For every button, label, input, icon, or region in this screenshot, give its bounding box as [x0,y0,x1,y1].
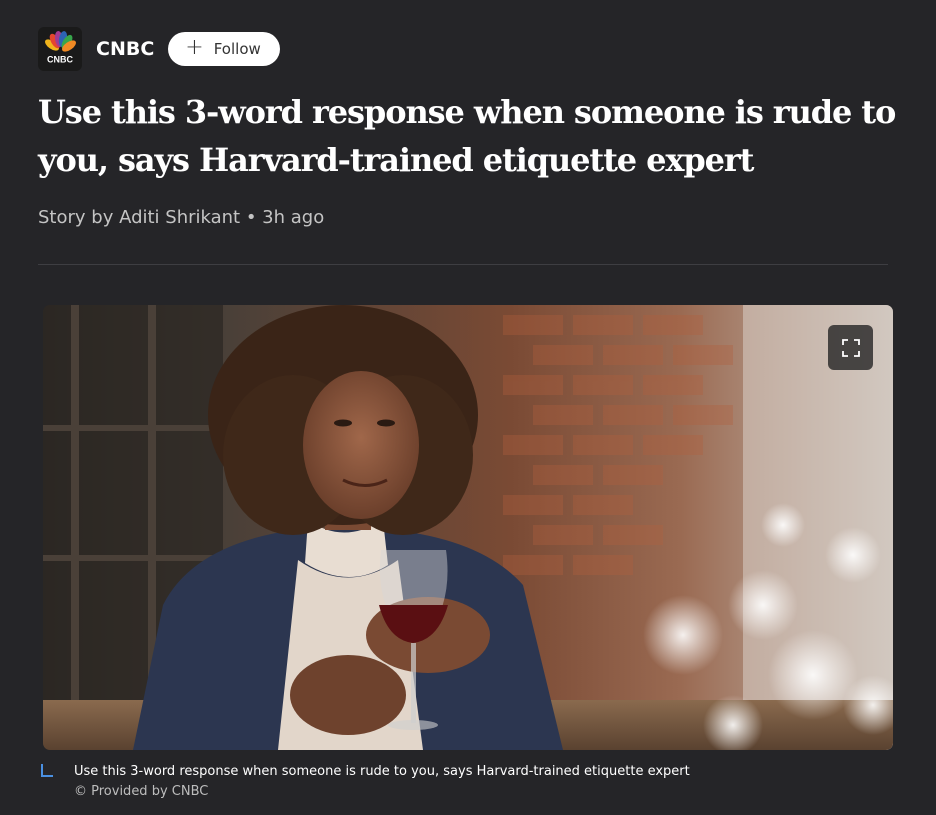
logo-text: CNBC [47,55,73,65]
plus-icon: + [185,35,204,60]
article-byline: Story by Aditi Shrikant • 3h ago [38,207,325,228]
follow-label: Follow [213,40,261,58]
image-caption: Use this 3-word response when someone is… [74,764,690,779]
divider [38,264,888,265]
caption-corner-icon [41,764,53,777]
publisher-name[interactable]: CNBC [96,38,154,60]
image-credit: © Provided by CNBC [74,784,209,799]
cnbc-peacock-icon[interactable]: CNBC [38,27,82,71]
publisher-row: CNBC CNBC + Follow [38,27,280,71]
expand-icon [841,338,860,357]
follow-button[interactable]: + Follow [168,32,280,66]
expand-image-button[interactable] [828,325,873,370]
hero-image[interactable] [43,305,893,750]
article-headline: Use this 3-word response when someone is… [38,93,896,179]
